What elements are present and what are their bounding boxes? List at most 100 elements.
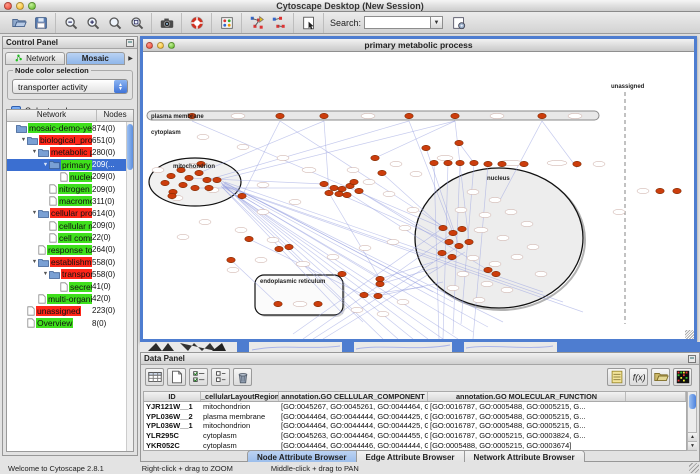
tree-row[interactable]: ▼biological_process651(0)	[7, 134, 126, 146]
table-cell[interactable]: [GO:0016787, GO:0005488, GO:0005215, G..…	[428, 421, 626, 430]
expand-arrow-icon[interactable]: ▼	[42, 271, 49, 277]
graph-node[interactable]	[355, 188, 363, 193]
zoom-out-icon[interactable]	[61, 13, 80, 32]
table-row[interactable]: YJR121W__1mitochondrion[GO:0045267, GO:0…	[144, 402, 686, 412]
tab-mosaic[interactable]: Mosaic	[66, 52, 126, 65]
graph-node[interactable]	[320, 113, 328, 118]
expand-arrow-icon[interactable]: ▼	[42, 162, 49, 168]
graph-node[interactable]	[203, 177, 211, 182]
table-cell[interactable]: cytoplasm	[201, 431, 279, 440]
graph-node[interactable]	[179, 182, 187, 187]
table-cell[interactable]: YLR295C	[144, 431, 201, 440]
graph-node[interactable]	[430, 160, 438, 165]
table-row[interactable]: YKR052Ccytoplasm[GO:0044464, GO:0044446,…	[144, 440, 686, 450]
tree-row[interactable]: ▼primary metabo209(...	[7, 159, 126, 171]
table-cell[interactable]: [GO:0016787, GO:0005488, GO:0005215, G..…	[428, 412, 626, 421]
graph-node[interactable]	[405, 113, 413, 118]
graph-node[interactable]	[195, 170, 203, 175]
unselect-attr-icon[interactable]	[211, 368, 230, 386]
graph-node[interactable]	[455, 140, 463, 145]
graph-node[interactable]	[213, 177, 221, 182]
graph-node[interactable]	[338, 186, 346, 191]
tab-network[interactable]: Network	[5, 52, 65, 65]
window-resize-grip[interactable]	[685, 330, 694, 339]
table-scrollbar-thumb[interactable]	[689, 394, 696, 409]
new-attr-icon[interactable]	[167, 368, 186, 386]
search-input[interactable]	[364, 16, 430, 29]
graph-node[interactable]	[325, 190, 333, 195]
formula-icon[interactable]: f(x)	[629, 368, 648, 386]
column-header[interactable]: annotation.GO MOLECULAR_FUNCTION	[428, 392, 626, 401]
tree-scrollbar-thumb[interactable]	[127, 124, 133, 170]
graph-node[interactable]	[314, 301, 322, 306]
graph-node[interactable]	[444, 160, 452, 165]
graph-node[interactable]	[330, 185, 338, 190]
attr-table-icon[interactable]	[145, 368, 164, 386]
table-cell[interactable]: YPL036W__1	[144, 421, 201, 430]
matrix-icon[interactable]	[673, 368, 692, 386]
graph-node[interactable]	[520, 161, 528, 166]
table-cell[interactable]: YDR039C__1	[144, 450, 201, 451]
float-data-panel-icon[interactable]	[688, 355, 696, 363]
table-cell[interactable]: mitochondrion	[201, 421, 279, 430]
tree-row[interactable]: ▼cellular process614(0)	[7, 207, 126, 219]
graph-node[interactable]	[343, 192, 351, 197]
graph-node[interactable]	[456, 160, 464, 165]
import-attr-icon[interactable]	[651, 368, 670, 386]
scroll-up-icon[interactable]: ▲	[688, 432, 697, 441]
node-color-select[interactable]: transporter activity ▲▼	[12, 79, 128, 94]
float-panel-icon[interactable]	[126, 39, 134, 47]
zoom-fit-icon[interactable]	[105, 13, 124, 32]
table-row[interactable]: YPL036W__2plasma membrane[GO:0044464, GO…	[144, 412, 686, 422]
network-canvas[interactable]: plasma membranecytoplasmmitochondrionnuc…	[143, 52, 694, 339]
column-header[interactable]: annotation.GO CELLULAR_COMPONENT	[279, 392, 428, 401]
tree-row[interactable]: cellular metabo209(0)	[7, 220, 126, 232]
graph-node[interactable]	[458, 226, 466, 231]
help-lifebuoy-icon[interactable]	[187, 13, 206, 32]
expand-arrow-icon[interactable]: ▼	[31, 149, 38, 155]
table-cell[interactable]: [GO:0044464, GO:0044444, GO:0044425, G..…	[279, 421, 428, 430]
table-row[interactable]: YLR295Ccytoplasm[GO:0045263, GO:0044464,…	[144, 431, 686, 441]
tree-row[interactable]: unassigned223(0)	[7, 305, 126, 317]
table-cell[interactable]: [GO:0045263, GO:0044464, GO:0044455, G..…	[279, 431, 428, 440]
graph-node[interactable]	[376, 281, 384, 286]
tab-scroll-right-icon[interactable]: ▶	[126, 52, 135, 65]
app-resize-grip[interactable]	[689, 463, 699, 473]
graph-node[interactable]	[455, 243, 463, 248]
expand-arrow-icon[interactable]: ▼	[31, 210, 38, 216]
table-cell[interactable]: [GO:0045267, GO:0045261, GO:0044464, G..…	[279, 402, 428, 411]
tree-col-network[interactable]: Network	[7, 110, 97, 121]
show-all-icon[interactable]	[269, 13, 288, 32]
graph-node[interactable]	[449, 230, 457, 235]
search-options-icon[interactable]	[449, 13, 468, 32]
table-cell[interactable]: YPL036W__2	[144, 412, 201, 421]
graph-node[interactable]	[538, 113, 546, 118]
graph-node[interactable]	[350, 179, 358, 184]
graph-node[interactable]	[276, 113, 284, 118]
graph-node[interactable]	[161, 180, 169, 185]
graph-node[interactable]	[227, 257, 235, 262]
expand-arrow-icon[interactable]: ▼	[31, 259, 38, 265]
zoom-region-icon[interactable]	[127, 13, 146, 32]
graph-node[interactable]	[673, 188, 681, 193]
expand-arrow-icon[interactable]: ▼	[20, 137, 27, 143]
graph-node[interactable]	[338, 271, 346, 276]
graph-node[interactable]	[422, 145, 430, 150]
graph-node[interactable]	[465, 239, 473, 244]
annotation-icon[interactable]	[299, 13, 318, 32]
graph-node[interactable]	[320, 181, 328, 186]
table-cell[interactable]: [GO:0005488, GO:0005215, GO:0003674]	[428, 441, 626, 450]
graph-node[interactable]	[484, 161, 492, 166]
search-dropdown-icon[interactable]: ▼	[430, 16, 443, 29]
scroll-down-icon[interactable]: ▼	[688, 441, 697, 450]
graph-node[interactable]	[439, 225, 447, 230]
graph-node[interactable]	[451, 113, 459, 118]
graph-node[interactable]	[374, 293, 382, 298]
graph-node[interactable]	[205, 185, 213, 190]
graph-node[interactable]	[470, 160, 478, 165]
table-row[interactable]: YPL036W__1mitochondrion[GO:0044464, GO:0…	[144, 421, 686, 431]
table-cell[interactable]: [GO:0044464, GO:0044444, GO:0044425, G..…	[279, 412, 428, 421]
tree-row[interactable]: response to stimulu264(0)	[7, 244, 126, 256]
network-graph[interactable]: plasma membranecytoplasmmitochondrionnuc…	[143, 52, 694, 339]
vizmapper-icon[interactable]	[217, 13, 236, 32]
